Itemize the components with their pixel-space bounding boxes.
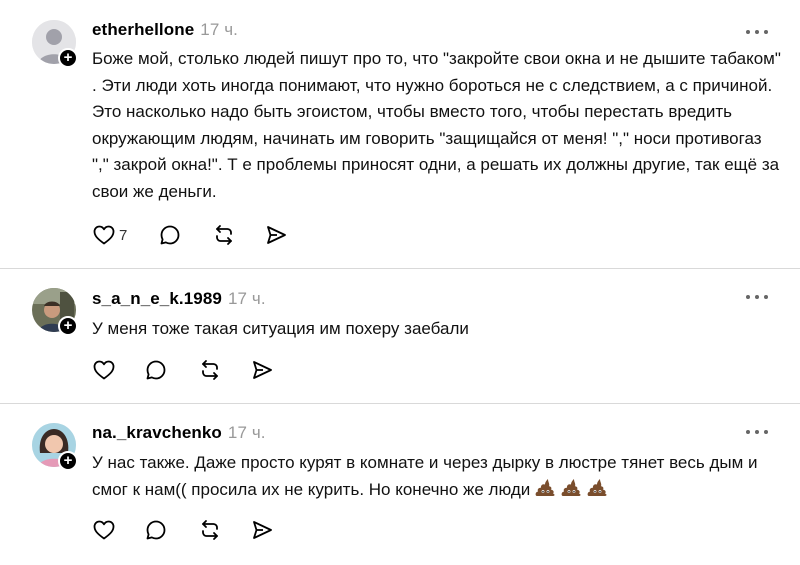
comment-icon	[146, 360, 166, 380]
follow-plus-icon[interactable]: +	[58, 451, 78, 471]
username[interactable]: na._kravchenko 17 ч.	[92, 423, 266, 443]
poop-emoji-icon	[586, 478, 608, 498]
comment-icon	[146, 520, 166, 540]
username-text[interactable]: na._kravchenko	[92, 423, 222, 442]
share-button[interactable]	[264, 222, 288, 248]
share-button[interactable]	[250, 357, 274, 383]
follow-plus-icon[interactable]: +	[58, 316, 78, 336]
share-icon	[253, 361, 272, 379]
post-na_kravchenko: + na._kravchenko 17 ч. У нас также. Даже …	[0, 404, 800, 565]
repost-icon	[202, 520, 218, 540]
avatar[interactable]: +	[32, 20, 78, 68]
more-icon[interactable]	[746, 291, 770, 303]
avatar[interactable]: +	[32, 288, 78, 336]
share-icon	[253, 521, 272, 539]
username[interactable]: s_a_n_e_k.1989 17 ч.	[92, 289, 266, 309]
post-text: Боже мой, столько людей пишут про то, чт…	[92, 49, 781, 201]
poop-emoji-icon	[534, 478, 556, 498]
post-s_a_n_e_k: + s_a_n_e_k.1989 17 ч. У меня тоже такая …	[0, 269, 800, 403]
like-button[interactable]	[92, 517, 116, 543]
follow-plus-icon[interactable]: +	[58, 48, 78, 68]
heart-icon	[93, 360, 115, 380]
like-button[interactable]: 7	[92, 222, 127, 248]
action-bar: 7	[92, 222, 312, 248]
username-text[interactable]: etherhellone	[92, 20, 194, 39]
more-icon[interactable]	[746, 426, 770, 438]
post-text: У нас также. Даже просто курят в комнате…	[92, 450, 772, 503]
comment-icon	[160, 225, 180, 245]
username-text[interactable]: s_a_n_e_k.1989	[92, 289, 222, 308]
post-text-content: У меня тоже такая ситуация им похеру зае…	[92, 319, 469, 338]
share-icon	[267, 226, 286, 244]
post-etherhellone: + etherhellone 17 ч. Боже мой, столько лю…	[0, 0, 800, 268]
more-icon[interactable]	[746, 26, 770, 38]
repost-button[interactable]	[198, 357, 222, 383]
like-count: 7	[119, 226, 128, 244]
post-time: 17 ч.	[200, 20, 238, 39]
action-bar	[92, 517, 312, 543]
post-time: 17 ч.	[227, 423, 266, 442]
repost-icon	[202, 360, 218, 380]
post-text-content: У нас также. Даже просто курят в комнате…	[92, 453, 758, 499]
avatar[interactable]: +	[32, 423, 78, 471]
like-button[interactable]	[92, 357, 116, 383]
heart-icon	[93, 225, 115, 245]
post-text: У меня тоже такая ситуация им похеру зае…	[92, 316, 782, 343]
post-time: 17 ч.	[227, 289, 266, 308]
heart-icon	[93, 520, 115, 540]
poop-emoji-icon	[560, 478, 582, 498]
reply-button[interactable]	[144, 357, 168, 383]
action-bar	[92, 357, 312, 383]
username[interactable]: etherhellone 17 ч.	[92, 20, 238, 40]
share-button[interactable]	[250, 517, 274, 543]
repost-icon	[216, 225, 232, 245]
reply-button[interactable]	[158, 222, 182, 248]
repost-button[interactable]	[198, 517, 222, 543]
reply-button[interactable]	[144, 517, 168, 543]
comment-feed: + etherhellone 17 ч. Боже мой, столько лю…	[0, 0, 800, 565]
repost-button[interactable]	[212, 222, 236, 248]
